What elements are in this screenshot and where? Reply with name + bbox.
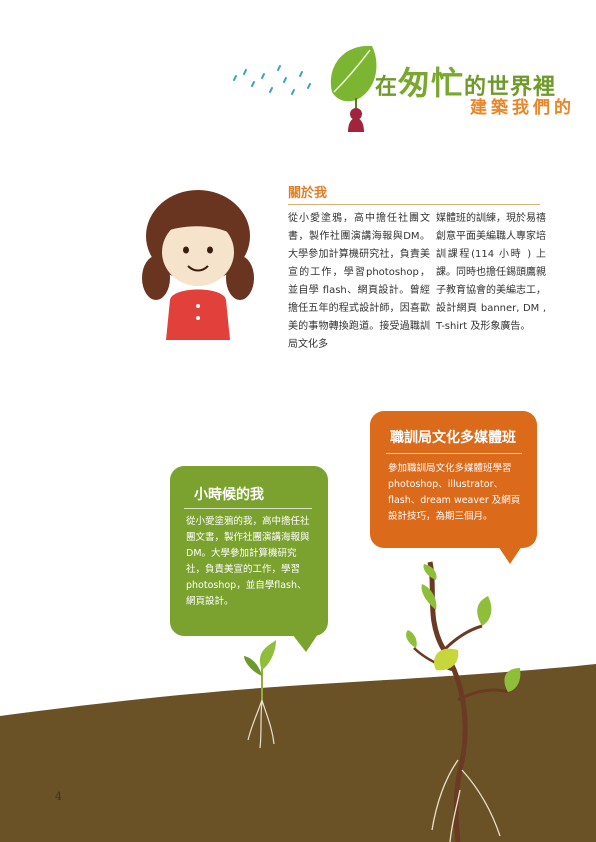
about-text-column-1: 從小愛塗鴉，高中擔任社團文書，製作社團演講海報與DM。大學參加計算機研究社，負責… — [288, 213, 430, 350]
title-emphasis: 匆忙 — [398, 64, 465, 102]
page-number: 4 — [55, 790, 62, 803]
about-divider — [288, 204, 540, 205]
green-speech-bubble: 小時候的我 從小愛塗鴉的我，高中擔任社團文書，製作社團演講海報與DM。大學參加計… — [170, 466, 328, 636]
green-bubble-title: 小時候的我 — [194, 487, 264, 503]
title-prefix: 在 — [375, 74, 399, 100]
orange-bubble-text: 參加職訓局文化多媒體班學習 photoshop、illustrator、flas… — [388, 463, 521, 522]
growing-tree-icon — [406, 561, 521, 842]
green-bubble-divider — [184, 508, 312, 509]
green-bubble-text: 從小愛塗鴉的我，高中擔任社團文書，製作社團演講海報與DM。大學參加計算機研究社，… — [186, 516, 310, 607]
orange-bubble-title: 職訓局文化多媒體班 — [390, 430, 516, 446]
page-subtitle: 建築我們的 — [470, 98, 575, 118]
small-sprout-icon — [244, 640, 276, 749]
green-bubble-tail — [292, 634, 318, 652]
orange-speech-bubble: 職訓局文化多媒體班 參加職訓局文化多媒體班學習 photoshop、illust… — [370, 411, 537, 548]
about-text-column-2: 媒體班的訓練，現於易禧創意平面美編職人專家培訓課程(114 小時 ) 上課。同時… — [436, 213, 546, 332]
girl-illustration — [142, 190, 254, 340]
rain-drops-icon — [233, 65, 311, 95]
orange-bubble-divider — [386, 453, 522, 454]
about-heading: 關於我 — [288, 186, 328, 201]
